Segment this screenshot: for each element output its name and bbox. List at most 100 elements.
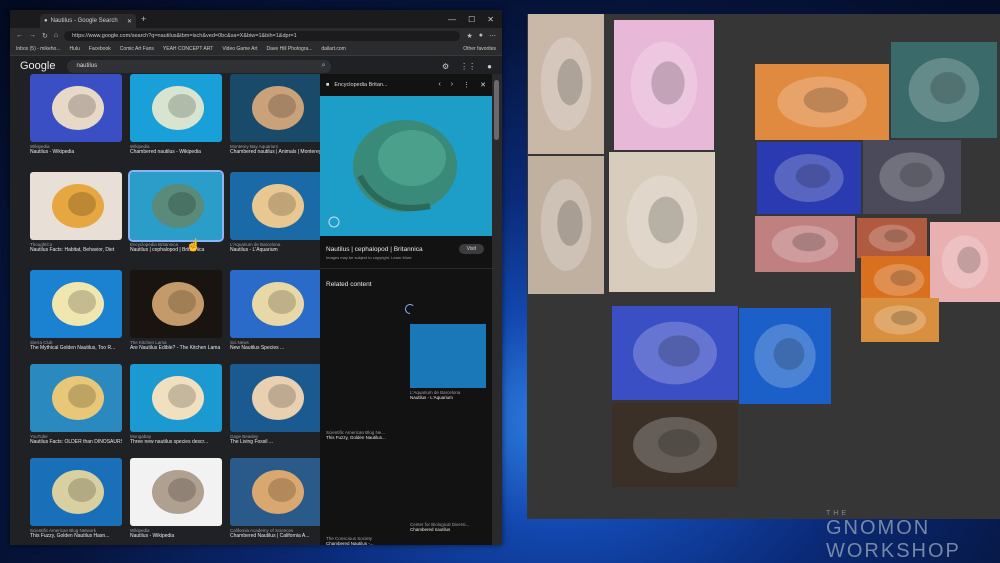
result-title[interactable]: The Living Fossil ... [230, 439, 322, 445]
google-logo[interactable]: Google [20, 60, 55, 72]
home-icon[interactable]: ⌂ [54, 32, 58, 39]
related-title[interactable]: Chambered nautilus [410, 527, 486, 532]
result-title[interactable]: The Mythical Golden Nautilus, Too R... [30, 345, 122, 351]
image-result[interactable]: Mongabay Three new nautilus species desc… [130, 364, 222, 445]
apps-icon[interactable]: ⋮⋮ [460, 62, 476, 71]
panel-title[interactable]: Nautilus | cephalopod | Britannica [326, 246, 423, 253]
image-result[interactable]: Scientific American Blog Network This Fu… [30, 458, 122, 539]
bookmark-item[interactable]: Video Game Art [222, 46, 257, 52]
image-result[interactable]: L'Aquarium de Barcelona Nautilus - L'Aqu… [230, 172, 322, 253]
bookmark-item[interactable]: Comic Art Fans [120, 46, 154, 52]
back-icon[interactable]: ← [16, 32, 23, 39]
result-thumbnail[interactable] [230, 270, 322, 338]
result-thumbnail[interactable] [130, 74, 222, 142]
related-thumbnail[interactable] [410, 324, 486, 388]
image-result[interactable]: YouTube Nautilus Facts: OLDER than DINOS… [30, 364, 122, 445]
reference-image-octopus-closeup[interactable] [857, 218, 927, 258]
image-result[interactable]: Encyclopedia Britannica Nautilus | cepha… [128, 170, 224, 253]
result-title[interactable]: This Fuzzy, Golden Nautilus Hasn... [30, 533, 122, 539]
close-window-icon[interactable]: ✕ [487, 15, 494, 24]
menu-icon[interactable]: ⋯ [489, 32, 496, 40]
result-thumbnail[interactable] [230, 74, 322, 142]
result-thumbnail[interactable] [230, 172, 322, 240]
related-title[interactable]: Chambered Nautilus -... [326, 541, 402, 545]
reference-image-nautilus-blue-1[interactable] [612, 306, 738, 400]
result-thumbnail[interactable] [128, 170, 224, 242]
image-result[interactable]: The Kitchen Lama Are Nautilus Edible? - … [130, 270, 222, 351]
result-thumbnail[interactable] [130, 364, 222, 432]
result-title[interactable]: Three new nautilus species descr... [130, 439, 222, 445]
related-thumbnail[interactable] [326, 306, 402, 370]
close-tab-icon[interactable]: ✕ [127, 18, 132, 25]
minimize-icon[interactable]: — [448, 15, 456, 24]
image-result[interactable]: Wikipedia Chambered nautilus - Wikipedia [130, 74, 222, 155]
maximize-icon[interactable]: ☐ [468, 15, 475, 24]
search-icon[interactable]: ⌕ [322, 62, 326, 70]
result-thumbnail[interactable] [230, 458, 322, 526]
reference-image-nautilus-blue-2[interactable] [739, 308, 831, 404]
bookmark-item[interactable]: dailart.com [321, 46, 345, 52]
related-item[interactable]: The Conscious Society Chambered Nautilus… [326, 470, 402, 545]
image-result[interactable]: Sierra Club The Mythical Golden Nautilus… [30, 270, 122, 351]
reference-image-octopus-pink-tentacles[interactable] [930, 222, 1000, 302]
reference-image-octopus-blue-bg[interactable] [757, 142, 861, 214]
image-result[interactable]: ThoughtCo Nautilus Facts: Habitat, Behav… [30, 172, 122, 253]
bookmark-item[interactable]: Facebook [89, 46, 111, 52]
close-panel-icon[interactable]: ✕ [480, 81, 486, 89]
image-result[interactable]: Sci.News New Nautilus Species ... [230, 270, 322, 351]
reference-image-octopus-pink[interactable] [755, 216, 855, 272]
related-item[interactable]: Center for Biological Diversi... Chamber… [410, 456, 486, 532]
scrollbar[interactable] [492, 74, 502, 545]
result-title[interactable]: Chambered nautilus - Wikipedia [130, 149, 222, 155]
result-thumbnail[interactable] [30, 172, 122, 240]
image-result[interactable]: Wikipedia Nautilus - Wikipedia [130, 458, 222, 539]
extensions-icon[interactable]: ★ [466, 32, 472, 40]
profile-icon[interactable]: ● [479, 32, 483, 39]
result-title[interactable]: Nautilus - Wikipedia [130, 533, 222, 539]
reference-image-sketch-diving-suit[interactable] [528, 14, 604, 154]
image-result[interactable]: California Academy of Sciences Chambered… [230, 458, 322, 539]
preview-image[interactable] [320, 96, 492, 236]
related-title[interactable]: Nautilus - L'Aquarium [410, 395, 486, 400]
panel-site[interactable]: Encyclopedia Britan... [334, 82, 387, 88]
reference-image-sketch-nautilus-studies[interactable] [609, 152, 715, 292]
result-title[interactable]: Nautilus | cephalopod | Britannica [130, 247, 222, 253]
result-title[interactable]: Chambered nautilus | Animals | Monterey.… [230, 149, 322, 155]
result-thumbnail[interactable] [30, 74, 122, 142]
new-tab-icon[interactable]: + [141, 14, 146, 24]
reference-image-octopus-teal[interactable] [891, 42, 997, 138]
reference-image-octopus-orange[interactable] [755, 64, 889, 140]
related-thumbnail[interactable] [410, 456, 486, 520]
reference-image-octopus-eye-closeup[interactable] [861, 298, 939, 342]
reference-image-sketch-nautilus-figures[interactable] [528, 156, 604, 294]
related-thumbnail[interactable] [326, 470, 402, 534]
result-title[interactable]: Nautilus Facts: OLDER than DINOSAURS ... [30, 439, 122, 445]
image-result[interactable]: Monterey Bay Aquarium Chambered nautilus… [230, 74, 322, 155]
visit-button[interactable]: Visit [458, 244, 484, 254]
result-title[interactable]: Nautilus - Wikipedia [30, 149, 122, 155]
forward-icon[interactable]: → [29, 32, 36, 39]
result-thumbnail[interactable] [130, 458, 222, 526]
settings-icon[interactable]: ⚙ [442, 62, 449, 71]
bookmark-item[interactable]: Dave Hill Photogra... [267, 46, 313, 52]
related-title[interactable]: This Fuzzy, Golden Nautilus... [326, 435, 402, 440]
result-title[interactable]: Chambered Nautilus | California A... [230, 533, 322, 539]
image-result[interactable]: Wikipedia Nautilus - Wikipedia [30, 74, 122, 155]
result-thumbnail[interactable] [230, 364, 322, 432]
result-title[interactable]: Nautilus - L'Aquarium [230, 247, 322, 253]
result-title[interactable]: Nautilus Facts: Habitat, Behavior, Diet [30, 247, 122, 253]
next-icon[interactable]: › [451, 81, 453, 89]
related-item[interactable]: L'Aquarium de Barcelona Nautilus - L'Aqu… [410, 324, 486, 400]
reference-image-octopus-red-dark[interactable] [863, 140, 961, 214]
result-title[interactable]: New Nautilus Species ... [230, 345, 322, 351]
related-thumbnail[interactable] [326, 364, 402, 428]
related-item[interactable]: Scientific American Blog Ne... This Fuzz… [326, 364, 402, 440]
previous-icon[interactable]: ‹ [438, 81, 440, 89]
refresh-icon[interactable]: ↻ [42, 32, 48, 40]
bookmark-item[interactable]: YEAH CONCEPT ART [163, 46, 213, 52]
browser-tab[interactable]: ● Nautilus - Google Search ✕ [40, 14, 136, 28]
result-thumbnail[interactable] [30, 364, 122, 432]
account-avatar[interactable]: ● [487, 62, 492, 71]
reference-image-nautilus-dark[interactable] [612, 403, 738, 487]
result-thumbnail[interactable] [30, 270, 122, 338]
